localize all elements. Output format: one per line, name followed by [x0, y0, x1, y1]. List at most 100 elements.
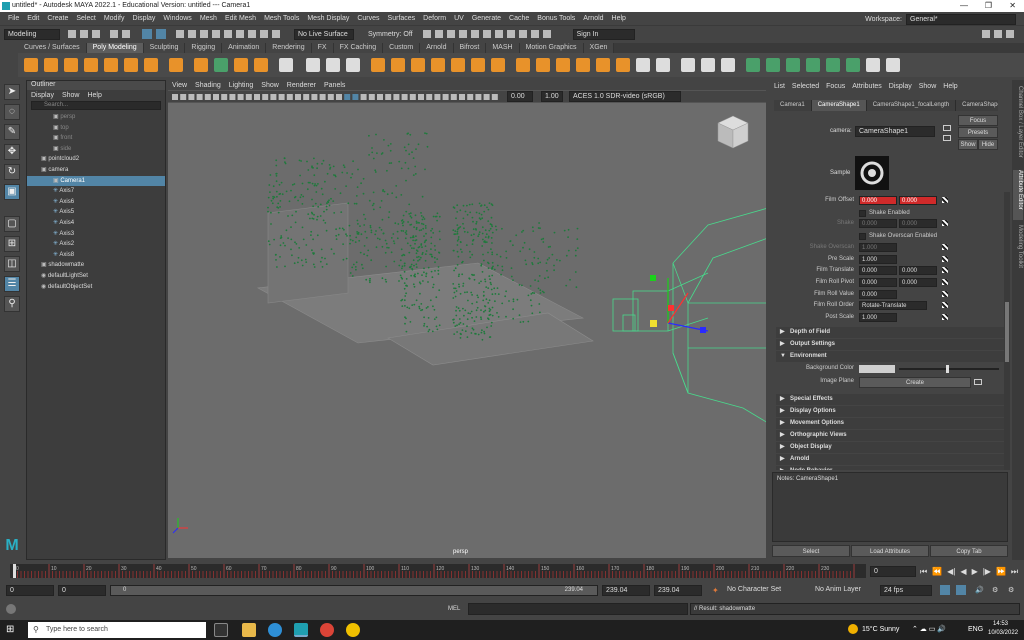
shelf-tab-sculpting[interactable]: Sculpting — [143, 43, 186, 53]
viewport-tool-icon[interactable] — [393, 93, 400, 100]
sign-in-button[interactable]: Sign In — [572, 28, 635, 40]
viewport-tool-icon[interactable] — [483, 93, 490, 100]
ae-menu-show[interactable]: Show — [919, 83, 937, 90]
viewport-tool-icon[interactable] — [188, 93, 195, 100]
smooth-icon[interactable] — [346, 58, 360, 72]
menu-windows[interactable]: Windows — [163, 15, 191, 22]
shelf-tab-arnold[interactable]: Arnold — [420, 43, 454, 53]
menu-cache[interactable]: Cache — [509, 15, 529, 22]
viewport-tool-icon[interactable] — [237, 93, 244, 100]
ae-attribute-field[interactable]: 1.000 — [859, 254, 897, 264]
playback-end-field[interactable]: 239.04 — [602, 585, 650, 596]
viewport-tool-icon[interactable] — [491, 93, 498, 100]
boolean-icon[interactable] — [371, 58, 385, 72]
shelf-tab-rigging[interactable]: Rigging — [185, 43, 223, 53]
app-icon[interactable] — [346, 623, 360, 637]
shelf-tab-xgen[interactable]: XGen — [583, 43, 615, 53]
ae-color-swatch[interactable] — [859, 364, 895, 373]
step-back-frame-icon[interactable]: ◀| — [947, 567, 955, 576]
type-tool-icon[interactable] — [234, 58, 248, 72]
ae-slider-handle[interactable] — [946, 364, 949, 373]
maya-taskbar-icon[interactable] — [294, 623, 308, 637]
ae-attribute-field[interactable]: 0.000 — [899, 219, 937, 229]
go-to-end-icon[interactable]: ⏭ — [1011, 567, 1018, 577]
menu-arnold[interactable]: Arnold — [583, 15, 603, 22]
ae-keyable-icon[interactable] — [942, 220, 948, 227]
ae-copy-tab-button[interactable]: Copy Tab — [930, 545, 1008, 557]
edge-icon[interactable] — [268, 623, 282, 637]
quad-draw-icon[interactable] — [576, 58, 590, 72]
scene-canvas[interactable] — [168, 103, 766, 558]
menu-deform[interactable]: Deform — [423, 15, 446, 22]
step-forward-frame-icon[interactable]: |▶ — [983, 567, 991, 576]
outliner-item[interactable]: ✳ Axis5 — [27, 207, 165, 218]
maximize-icon[interactable]: ❐ — [985, 1, 992, 10]
viewport-tool-icon[interactable] — [295, 93, 301, 100]
ae-attribute-field[interactable]: 0.000 — [899, 266, 937, 276]
poly-torus-icon[interactable] — [104, 58, 118, 72]
ae-scrollbar[interactable] — [1004, 192, 1010, 470]
viewport-toolbar-icons[interactable] — [168, 92, 503, 102]
viewport-tool-icon[interactable] — [360, 93, 367, 100]
outliner-item[interactable]: ▣ side — [27, 144, 165, 155]
symmetry-dropdown[interactable]: Symmetry: Off — [368, 31, 413, 38]
ae-load-attributes-button[interactable]: Load Attributes — [851, 545, 929, 557]
insert-loop-icon[interactable] — [656, 58, 670, 72]
ae-tab-camerashape1[interactable]: CameraShape1 — [811, 99, 867, 111]
view-cube[interactable] — [717, 115, 749, 149]
ae-create-button[interactable]: Create — [859, 376, 971, 388]
minimize-icon[interactable]: — — [960, 1, 968, 10]
viewport-tool-icon[interactable] — [434, 93, 441, 100]
ae-checkbox[interactable] — [859, 209, 866, 217]
poly-cylinder-icon[interactable] — [64, 58, 78, 72]
offset-edge-icon[interactable] — [636, 58, 650, 72]
multi-cut-icon[interactable] — [516, 58, 530, 72]
ae-keyable-icon[interactable] — [942, 302, 948, 309]
playback-start-field[interactable]: 0 — [58, 585, 106, 596]
layout-icons[interactable] — [980, 28, 1020, 40]
outliner-item[interactable]: ▣ pointcloud2 — [27, 154, 165, 165]
viewport-tool-icon[interactable] — [385, 93, 392, 100]
menu-edit-mesh[interactable]: Edit Mesh — [225, 15, 256, 22]
crease-icon[interactable] — [681, 58, 695, 72]
menu-uv[interactable]: UV — [454, 15, 464, 22]
shelf-tab-fx[interactable]: FX — [311, 43, 334, 53]
file-explorer-icon[interactable] — [242, 623, 256, 637]
outliner-item[interactable]: ✳ Axis2 — [27, 239, 165, 250]
auto-key-icon[interactable]: ✦ — [712, 586, 719, 595]
poly-sphere-icon[interactable] — [24, 58, 38, 72]
ae-presets-button[interactable]: Presets — [958, 127, 998, 138]
ae-focus-arrow-icon[interactable] — [943, 125, 951, 131]
outliner-item[interactable]: ▣ shadowmatte — [27, 260, 165, 271]
help-line-icon[interactable] — [6, 604, 16, 614]
checker-icon[interactable] — [866, 58, 880, 72]
exposure-field[interactable]: 0.00 — [507, 91, 533, 102]
viewport-tool-icon[interactable] — [303, 93, 310, 100]
menu-surfaces[interactable]: Surfaces — [388, 15, 416, 22]
ae-focus-button[interactable]: Focus — [958, 115, 998, 126]
paint-select-icon[interactable]: ✎ — [4, 124, 20, 140]
viewport-tool-icon[interactable] — [401, 93, 408, 100]
bevel-icon[interactable] — [431, 58, 445, 72]
extrude-icon[interactable] — [391, 58, 405, 72]
mode-dropdown[interactable]: Modeling — [4, 28, 60, 40]
ae-tab-focal-length[interactable]: CameraShape1_focalLength — [866, 99, 957, 111]
target-weld-icon[interactable] — [536, 58, 550, 72]
viewport-tool-icon[interactable] — [286, 93, 293, 100]
viewport-tool-icon[interactable] — [450, 93, 457, 100]
poly-cube-icon[interactable] — [44, 58, 58, 72]
viewport-tool-icon[interactable] — [327, 93, 334, 100]
ae-menu-attributes[interactable]: Attributes — [852, 83, 882, 90]
menu-select[interactable]: Select — [76, 15, 95, 22]
colorspace-dropdown[interactable]: ACES 1.0 SDR-video (sRGB) — [569, 91, 681, 102]
outliner-item[interactable]: ✳ Axis8 — [27, 250, 165, 261]
uv-unfold-icon[interactable] — [846, 58, 860, 72]
status-tools-icons[interactable] — [66, 28, 286, 40]
viewport-tool-icon[interactable] — [344, 93, 351, 100]
character-set-dropdown[interactable]: No Character Set — [724, 585, 798, 596]
anim-layer-dropdown[interactable]: No Anim Layer — [812, 585, 876, 596]
close-icon[interactable]: ✕ — [1009, 1, 1016, 10]
outliner-item[interactable]: ◉ defaultLightSet — [27, 271, 165, 282]
ae-color-slider[interactable] — [899, 367, 999, 370]
shelf-tab-animation[interactable]: Animation — [222, 43, 267, 53]
